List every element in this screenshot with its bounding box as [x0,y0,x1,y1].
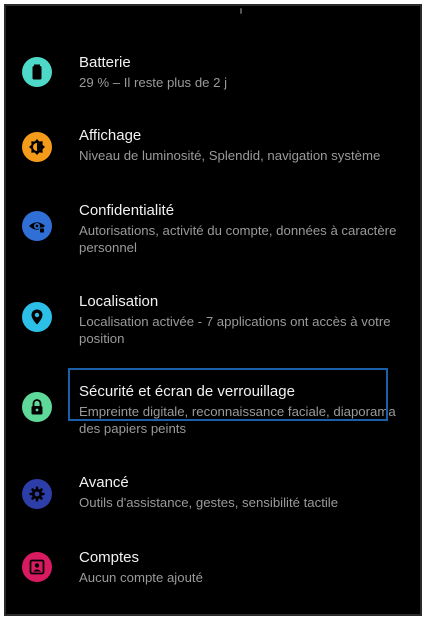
item-subtitle: Autorisations, activité du compte, donné… [79,223,397,255]
scroll-indicator [240,8,242,14]
item-subtitle: Outils d'assistance, gestes, sensibilité… [79,495,339,510]
settings-item-security[interactable]: Sécurité et écran de verrouillage Emprei… [6,383,420,443]
settings-item-display[interactable]: Affichage Niveau de luminosité, Splendid… [6,127,420,177]
item-subtitle: Empreinte digitale, reconnaissance facia… [79,404,396,436]
item-title: Localisation [79,293,159,310]
settings-item-accounts[interactable]: Comptes Aucun compte ajouté [6,549,420,599]
settings-screen: Batterie 29 % – Il reste plus de 2 j Aff… [4,4,422,616]
item-subtitle: 29 % – Il reste plus de 2 j [79,75,228,90]
item-title: Confidentialité [79,202,175,219]
settings-item-battery[interactable]: Batterie 29 % – Il reste plus de 2 j [6,54,420,104]
settings-item-advanced[interactable]: Avancé Outils d'assistance, gestes, sens… [6,474,420,524]
account-icon [22,552,52,582]
item-title: Avancé [79,474,129,491]
battery-icon [22,57,52,87]
privacy-eye-icon [22,211,52,241]
item-subtitle: Niveau de luminosité, Splendid, navigati… [79,148,381,163]
brightness-icon [22,132,52,162]
settings-item-location[interactable]: Localisation Localisation activée - 7 ap… [6,293,420,353]
item-subtitle: Localisation activée - 7 applications on… [79,314,391,346]
gear-icon [22,479,52,509]
location-pin-icon [22,302,52,332]
item-title: Sécurité et écran de verrouillage [79,383,295,400]
item-title: Comptes [79,549,140,566]
item-title: Batterie [79,54,131,71]
item-subtitle: Aucun compte ajouté [79,570,203,585]
settings-item-privacy[interactable]: Confidentialité Autorisations, activité … [6,202,420,262]
lock-icon [22,392,52,422]
item-title: Affichage [79,127,142,144]
